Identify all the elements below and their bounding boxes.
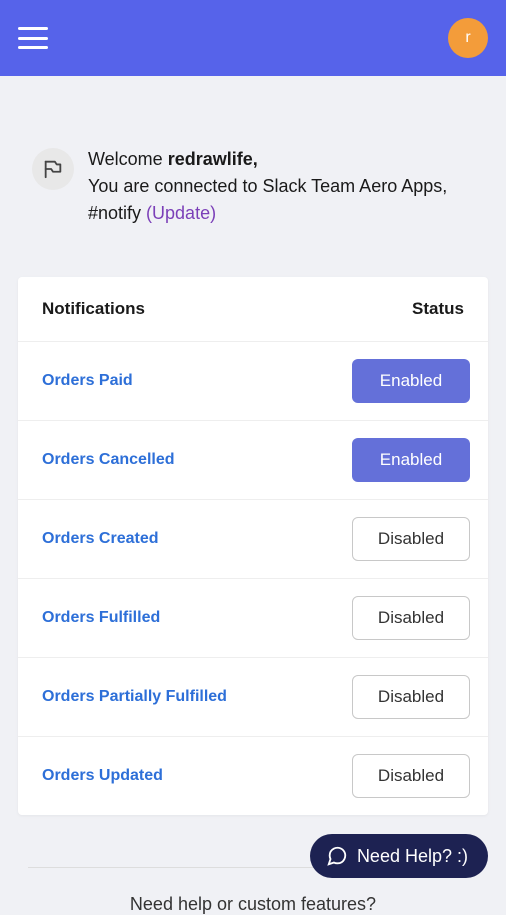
welcome-prefix: Welcome: [88, 149, 168, 169]
notification-name-link[interactable]: Orders Created: [42, 530, 159, 548]
welcome-username: redrawlife,: [168, 149, 258, 169]
help-widget-label: Need Help? :): [357, 846, 468, 867]
notification-name-link[interactable]: Orders Fulfilled: [42, 609, 160, 627]
notification-name-link[interactable]: Orders Updated: [42, 767, 163, 785]
avatar-letter: r: [465, 29, 470, 47]
notification-row: Orders Partially Fulfilled Disabled: [18, 658, 488, 737]
welcome-connection: You are connected to Slack Team Aero App…: [88, 176, 447, 223]
notification-name-link[interactable]: Orders Partially Fulfilled: [42, 688, 227, 706]
avatar[interactable]: r: [448, 18, 488, 58]
notification-row: Orders Paid Enabled: [18, 342, 488, 421]
status-toggle-button[interactable]: Enabled: [352, 359, 470, 403]
header-status-label: Status: [412, 299, 464, 319]
card-header: Notifications Status: [18, 277, 488, 342]
status-toggle-button[interactable]: Disabled: [352, 517, 470, 561]
help-footer-text: Need help or custom features?: [28, 894, 478, 915]
status-toggle-button[interactable]: Enabled: [352, 438, 470, 482]
notifications-card: Notifications Status Orders PaidEnabledO…: [18, 277, 488, 815]
chat-icon: [326, 845, 348, 867]
notification-row: Orders Fulfilled Disabled: [18, 579, 488, 658]
notifications-list: Orders Paid Enabled Orders Cancelled Enable…: [18, 342, 488, 815]
status-toggle-button[interactable]: Disabled: [352, 675, 470, 719]
hamburger-menu-icon[interactable]: [18, 27, 48, 49]
status-toggle-button[interactable]: Disabled: [352, 596, 470, 640]
notification-name-link[interactable]: Orders Cancelled: [42, 451, 175, 469]
update-link[interactable]: (Update): [146, 203, 216, 223]
header-notifications-label: Notifications: [42, 299, 145, 319]
app-header: r: [0, 0, 506, 76]
flag-icon: [32, 148, 74, 190]
notification-row: Orders Created Disabled: [18, 500, 488, 579]
status-toggle-button[interactable]: Disabled: [352, 754, 470, 798]
notification-row: Orders Cancelled Enabled: [18, 421, 488, 500]
welcome-section: Welcome redrawlife, You are connected to…: [18, 146, 488, 227]
notification-row: Orders Updated Disabled: [18, 737, 488, 815]
welcome-text: Welcome redrawlife, You are connected to…: [88, 146, 478, 227]
notification-name-link[interactable]: Orders Paid: [42, 372, 133, 390]
help-widget-button[interactable]: Need Help? :): [310, 834, 488, 878]
